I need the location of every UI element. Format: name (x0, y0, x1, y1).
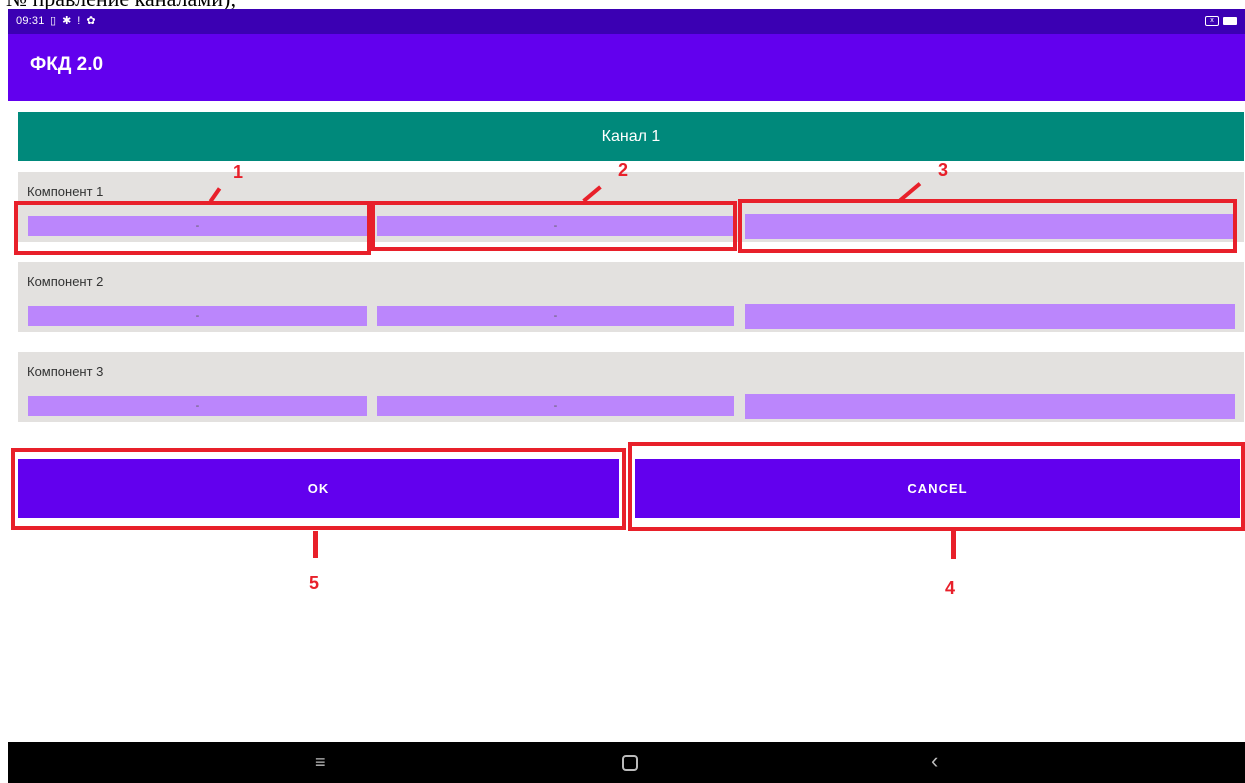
home-icon[interactable] (622, 755, 638, 771)
status-icons: ▯ ✱! ✿ (50, 14, 102, 27)
component-2-field-1[interactable]: - (28, 306, 367, 326)
gear-icon: ✿ (86, 15, 96, 27)
component-2-field-3[interactable] (745, 304, 1235, 329)
annotation-box-5 (11, 448, 626, 530)
tablet-screen: 09:31 ▯ ✱! ✿ x ФКД 2.0 Канал 1 Компонент 1… (8, 9, 1245, 783)
document-text: № правление каналами); (6, 0, 236, 9)
component-label: Компонент 1 (27, 184, 104, 199)
back-icon[interactable]: ‹ (931, 748, 938, 774)
annotation-box-2 (371, 201, 737, 251)
annotation-box-4 (628, 442, 1245, 531)
annotation-label-5: 5 (309, 573, 320, 593)
annotation-pointer-4 (951, 531, 956, 559)
component-label: Компонент 2 (27, 274, 104, 289)
menu-icon[interactable]: ≡ (315, 752, 326, 773)
app-bar: ФКД 2.0 (8, 34, 1245, 101)
battery-icon (1223, 17, 1237, 26)
channel-header: Канал 1 (18, 112, 1244, 161)
annotation-label-3: 3 (938, 160, 949, 180)
annotation-label-1: 1 (233, 162, 244, 182)
app-title: ФКД 2.0 (30, 54, 104, 75)
component-row-2: Компонент 2 - - (18, 262, 1244, 332)
status-bar: 09:31 ▯ ✱! ✿ x (8, 9, 1245, 34)
annotation-label-4: 4 (945, 578, 956, 598)
component-2-field-2[interactable]: - (377, 306, 734, 326)
battery-saver-icon: x (1205, 16, 1219, 27)
annotation-pointer-5 (313, 531, 318, 558)
component-3-field-1[interactable]: - (28, 396, 367, 416)
component-label: Компонент 3 (27, 364, 104, 379)
component-3-field-2[interactable]: - (377, 396, 734, 416)
status-right-icons: x (1205, 15, 1237, 27)
status-time: 09:31 (16, 15, 45, 27)
component-3-field-3[interactable] (745, 394, 1235, 419)
annotation-box-3 (738, 199, 1237, 253)
alert-icon: ! (77, 15, 81, 27)
bluetooth-icon: ✱ (62, 15, 72, 27)
vibrate-icon: ▯ (50, 15, 57, 27)
document-text-strip: № правление каналами); (0, 0, 1245, 9)
annotation-label-2: 2 (618, 160, 629, 180)
navigation-bar: ≡ ‹ (8, 742, 1245, 783)
component-row-3: Компонент 3 - - (18, 352, 1244, 422)
annotation-box-1 (14, 201, 371, 255)
